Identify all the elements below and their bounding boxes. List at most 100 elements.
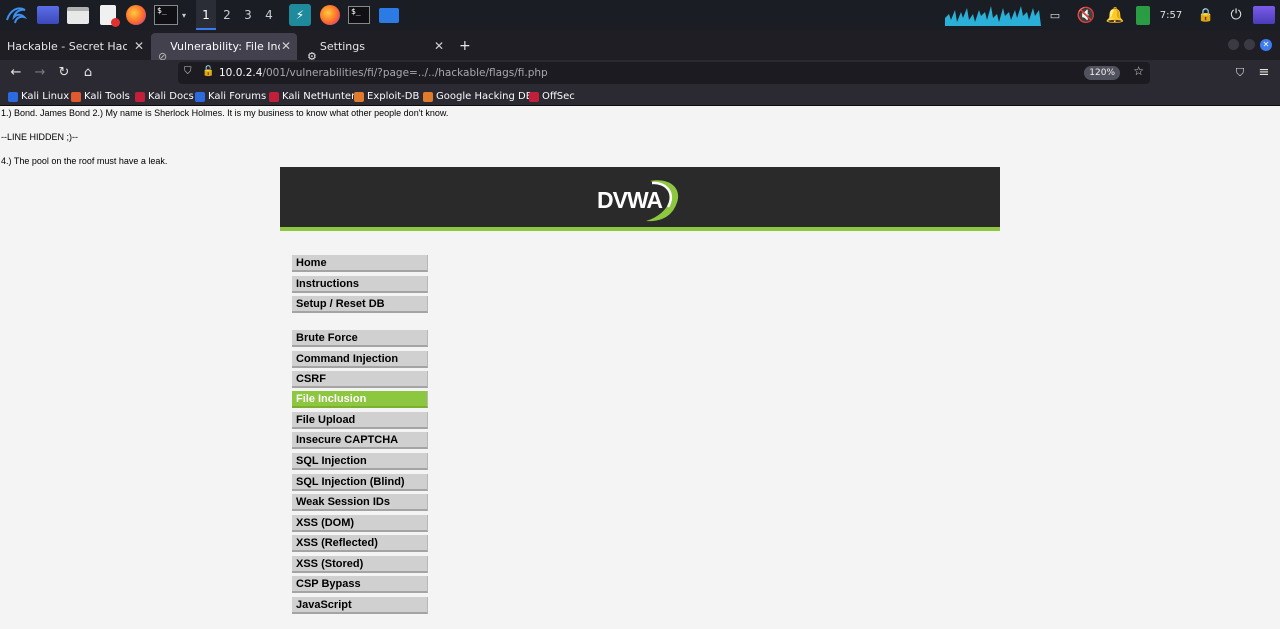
menu-sql-injection-blind[interactable]: SQL Injection (Blind) bbox=[292, 474, 428, 491]
kali-forums-icon bbox=[195, 91, 205, 102]
lock-icon[interactable]: 🔒 bbox=[1196, 5, 1216, 25]
tab-title: Vulnerability: File Inclusio bbox=[170, 40, 280, 53]
zoom-badge[interactable]: 120% bbox=[1084, 66, 1120, 80]
bookmark-label: Kali NetHunter bbox=[282, 91, 356, 102]
lock-warning-icon[interactable]: 🔓 bbox=[202, 66, 214, 77]
chevron-down-icon[interactable]: ▾ bbox=[179, 4, 189, 26]
dvwa-logo: DVWA bbox=[594, 175, 684, 225]
tab-settings[interactable]: ⚙Settings ✕ bbox=[300, 33, 450, 60]
workspace-3[interactable]: 3 bbox=[238, 0, 258, 30]
bookmark-label: Kali Linux bbox=[21, 91, 70, 102]
window-icon[interactable] bbox=[377, 4, 401, 26]
menu-file-upload[interactable]: File Upload bbox=[292, 412, 428, 429]
pocket-icon[interactable]: ⛉ bbox=[1230, 63, 1250, 83]
bookmark-kali-forums[interactable]: Kali Forums bbox=[195, 89, 266, 104]
terminal-icon-window[interactable]: $_ bbox=[347, 4, 371, 26]
menu-command-injection[interactable]: Command Injection bbox=[292, 351, 428, 368]
menu-icon[interactable]: ≡ bbox=[1254, 63, 1274, 83]
workspace-2[interactable]: 2 bbox=[217, 0, 237, 30]
bookmark-kali-tools[interactable]: Kali Tools bbox=[71, 89, 130, 104]
bookmark-exploit-db[interactable]: Exploit-DB bbox=[354, 89, 419, 104]
tab-strip: Hackable - Secret Hacker ✕ ⊘Vulnerabilit… bbox=[0, 30, 1280, 60]
menu-home[interactable]: Home bbox=[292, 255, 428, 272]
shield-icon[interactable]: ⛉ bbox=[184, 66, 192, 77]
new-tab-button[interactable]: + bbox=[452, 33, 476, 60]
globe-icon: ⊘ bbox=[158, 50, 168, 60]
workspace-4[interactable]: 4 bbox=[259, 0, 279, 30]
leaked-line-2: --LINE HIDDEN ;)-- bbox=[1, 132, 78, 142]
show-desktop-icon[interactable] bbox=[1252, 5, 1276, 25]
kali-dragon-icon[interactable] bbox=[4, 4, 28, 26]
url-text[interactable]: 10.0.2.4/001/vulnerabilities/fi/?page=..… bbox=[219, 62, 548, 84]
menu-insecure-captcha[interactable]: Insecure CAPTCHA bbox=[292, 432, 428, 449]
forward-button[interactable]: → bbox=[30, 63, 50, 83]
home-button[interactable]: ⌂ bbox=[78, 63, 98, 83]
bookmark-label: Kali Forums bbox=[208, 91, 267, 102]
bookmark-kali-docs[interactable]: Kali Docs bbox=[135, 89, 194, 104]
kali-docs-icon bbox=[135, 91, 145, 102]
url-bar[interactable]: ⛉ 🔓 10.0.2.4/001/vulnerabilities/fi/?pag… bbox=[178, 62, 1150, 84]
tab-hackable[interactable]: Hackable - Secret Hacker ✕ bbox=[0, 33, 150, 60]
bookmark-kali-linux[interactable]: Kali Linux bbox=[8, 89, 69, 104]
workspace-1[interactable]: 1 bbox=[196, 0, 216, 30]
menu-brute-force[interactable]: Brute Force bbox=[292, 330, 428, 347]
bookmark-google-hacking-db[interactable]: Google Hacking DB bbox=[423, 89, 533, 104]
app-icon[interactable]: ⚡ bbox=[288, 4, 312, 26]
firefox-icon[interactable] bbox=[124, 4, 148, 26]
terminal-icon[interactable]: $_ bbox=[153, 4, 179, 26]
menu-instructions[interactable]: Instructions bbox=[292, 276, 428, 293]
menu-xss-stored[interactable]: XSS (Stored) bbox=[292, 556, 428, 573]
cpu-graph-icon bbox=[945, 5, 1041, 26]
battery-icon bbox=[1133, 5, 1153, 25]
menu-xss-dom[interactable]: XSS (DOM) bbox=[292, 515, 428, 532]
logout-icon[interactable]: ⏻ bbox=[1226, 5, 1246, 25]
nav-bar: ← → ↻ ⌂ ⛉ 🔓 10.0.2.4/001/vulnerabilities… bbox=[0, 60, 1280, 86]
text-editor-icon[interactable] bbox=[96, 4, 120, 27]
gear-icon: ⚙ bbox=[307, 50, 317, 60]
close-icon[interactable]: ✕ bbox=[281, 33, 291, 60]
dvwa-header: DVWA bbox=[280, 167, 1000, 231]
bookmark-label: OffSec bbox=[542, 91, 575, 102]
leaked-line-3: 4.) The pool on the roof must have a lea… bbox=[1, 156, 168, 166]
tab-title: Settings bbox=[319, 40, 365, 53]
offsec-icon bbox=[529, 91, 539, 102]
bookmarks-bar: Kali Linux Kali Tools Kali Docs Kali For… bbox=[0, 86, 1280, 106]
page-content: 1.) Bond. James Bond 2.) My name is Sher… bbox=[0, 106, 1280, 629]
kali-tools-icon bbox=[71, 91, 81, 102]
menu-javascript[interactable]: JavaScript bbox=[292, 597, 428, 614]
mute-icon[interactable]: 🔇 bbox=[1071, 5, 1101, 25]
minimize-button[interactable] bbox=[1228, 39, 1239, 50]
leaked-line-1: 1.) Bond. James Bond 2.) My name is Sher… bbox=[1, 108, 449, 118]
url-path: /001/vulnerabilities/fi/?page=../../hack… bbox=[262, 67, 548, 79]
menu-csrf[interactable]: CSRF bbox=[292, 371, 428, 388]
desktop-icon[interactable] bbox=[36, 4, 60, 26]
menu-setup-reset-db[interactable]: Setup / Reset DB bbox=[292, 296, 428, 313]
firefox-icon-window[interactable] bbox=[318, 4, 342, 26]
reload-button[interactable]: ↻ bbox=[54, 63, 74, 83]
bookmark-kali-nethunter[interactable]: Kali NetHunter bbox=[269, 89, 355, 104]
maximize-button[interactable] bbox=[1244, 39, 1255, 50]
close-icon[interactable]: ✕ bbox=[134, 33, 144, 60]
screen-icon[interactable]: ▭ bbox=[1047, 5, 1063, 25]
notification-bell-icon[interactable]: 🔔 bbox=[1103, 5, 1127, 25]
exploit-db-icon bbox=[354, 91, 364, 102]
bookmark-offsec[interactable]: OffSec bbox=[529, 89, 575, 104]
menu-file-inclusion[interactable]: File Inclusion bbox=[292, 391, 428, 408]
taskbar: $_ ▾ 1 2 3 4 ⚡ $_ ▭ 🔇 🔔 7:57 🔒 ⏻ bbox=[0, 0, 1280, 30]
back-button[interactable]: ← bbox=[6, 63, 26, 83]
bookmark-label: Exploit-DB bbox=[367, 91, 420, 102]
menu-weak-session-ids[interactable]: Weak Session IDs bbox=[292, 494, 428, 511]
clock[interactable]: 7:57 bbox=[1158, 5, 1184, 25]
ghdb-icon bbox=[423, 91, 433, 102]
close-icon[interactable]: ✕ bbox=[434, 33, 444, 60]
tab-file-inclusion[interactable]: ⊘Vulnerability: File Inclusio ✕ bbox=[151, 33, 297, 60]
file-manager-icon[interactable] bbox=[66, 4, 90, 26]
close-window-button[interactable]: ✕ bbox=[1260, 39, 1272, 51]
star-icon[interactable]: ☆ bbox=[1133, 64, 1144, 78]
logo-text: DVWA bbox=[597, 187, 663, 213]
menu-xss-reflected[interactable]: XSS (Reflected) bbox=[292, 535, 428, 552]
bookmark-label: Kali Docs bbox=[148, 91, 194, 102]
menu-sql-injection[interactable]: SQL Injection bbox=[292, 453, 428, 470]
nethunter-icon bbox=[269, 91, 279, 102]
menu-csp-bypass[interactable]: CSP Bypass bbox=[292, 576, 428, 593]
